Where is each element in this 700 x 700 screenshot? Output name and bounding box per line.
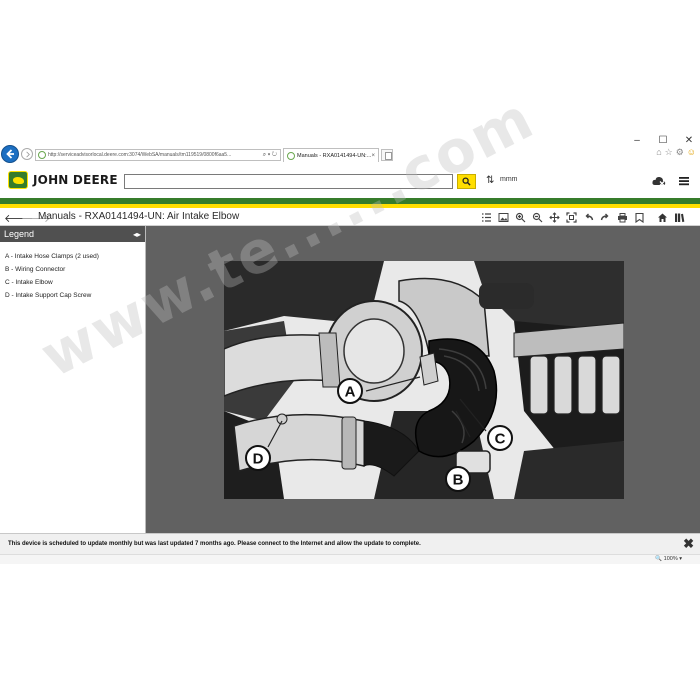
redo-button[interactable] [598, 210, 613, 224]
legend-item: B - Wiring Connector [5, 266, 66, 273]
callout-d: D [253, 451, 264, 468]
list-button[interactable] [479, 210, 494, 224]
print-icon [618, 212, 627, 222]
air-intake-elbow-drawing: A B C D [224, 261, 624, 499]
browser-tab[interactable]: Manuals - RXA0141494-UN:... × [283, 148, 379, 162]
gear-icon[interactable]: ⚙ [676, 147, 684, 158]
hamburger-menu-icon[interactable] [677, 174, 691, 188]
list-icon [482, 212, 491, 222]
app-header: JOHN DEERE ⇅ mmm [0, 164, 700, 198]
tab-title: Manuals - RXA0141494-UN:... [297, 152, 372, 159]
search-icon [462, 177, 471, 186]
tab-favicon-icon [287, 151, 295, 160]
legend-item: A - Intake Hose Clamps (2 used) [5, 253, 99, 260]
close-window-button[interactable]: ✕ [684, 136, 694, 146]
browser-toolbar-icons: ⌂ ☆ ⚙ ☺ [656, 147, 696, 158]
legend-header: Legend ◂▸ [0, 226, 145, 242]
home-icon [658, 213, 667, 222]
logo-text: JOHN DEERE [33, 173, 118, 187]
image-icon [498, 212, 509, 222]
home-icon[interactable]: ⌂ [656, 147, 661, 158]
legend-item: C - Intake Elbow [5, 279, 53, 286]
arrow-left-icon [6, 149, 14, 159]
maximize-button[interactable]: ☐ [658, 136, 668, 146]
address-url: http://serviceadvisorlocal.deere.com:307… [48, 152, 232, 158]
browser-back-button[interactable] [1, 145, 19, 163]
image-button[interactable] [496, 210, 511, 224]
fit-button[interactable] [564, 210, 579, 224]
callout-a: A [345, 384, 356, 401]
bookmark-icon [635, 212, 644, 223]
undo-button[interactable] [581, 210, 596, 224]
browser-status-bar: 🔍 100% ▾ [0, 554, 700, 564]
app-window: – ☐ ✕ http://serviceadvisorlocal.deere.c… [0, 0, 700, 700]
notification-close-button[interactable]: ✖ [683, 537, 694, 550]
search-button[interactable] [457, 174, 476, 189]
callout-c: C [495, 431, 506, 448]
deer-logo-icon [8, 171, 28, 189]
legend-collapse-button[interactable]: ◂▸ [133, 230, 141, 239]
cloud-offline-icon[interactable] [651, 174, 667, 188]
viewer-toolbar [479, 210, 687, 224]
pan-button[interactable] [547, 210, 562, 224]
address-bar[interactable]: http://serviceadvisorlocal.deere.com:307… [35, 149, 281, 161]
page-icon [38, 151, 46, 159]
zoom-in-button[interactable] [513, 210, 528, 224]
search-input[interactable] [124, 174, 453, 189]
browser-chrome: – ☐ ✕ http://serviceadvisorlocal.deere.c… [0, 134, 700, 164]
document-titlebar: 🡐 🡒 Manuals - RXA0141494-UN: Air Intake … [0, 208, 700, 226]
pan-icon [549, 211, 560, 223]
legend-item: D - Intake Support Cap Screw [5, 292, 92, 299]
browser-forward-button[interactable] [21, 148, 33, 160]
legend-list: A - Intake Hose Clamps (2 used) B - Wiri… [0, 242, 145, 302]
tab-close-button[interactable]: × [371, 153, 375, 159]
home-button[interactable] [655, 210, 670, 224]
library-icon [675, 213, 685, 222]
minimize-button[interactable]: – [632, 136, 642, 146]
bookmark-button[interactable] [632, 210, 647, 224]
zoom-out-icon [532, 212, 543, 222]
smiley-icon[interactable]: ☺ [687, 147, 696, 158]
library-button[interactable] [672, 210, 687, 224]
new-tab-button[interactable] [381, 149, 393, 161]
zoom-level[interactable]: 🔍 100% ▾ [655, 556, 682, 562]
address-controls[interactable]: ⌕ ▾ ↻ [260, 152, 280, 159]
zoom-in-icon [515, 212, 526, 222]
arrow-right-icon [25, 151, 30, 157]
callout-b: B [453, 472, 464, 489]
redo-icon [600, 213, 609, 220]
legend-title: Legend [4, 229, 35, 239]
window-controls: – ☐ ✕ [632, 136, 694, 146]
units-toggle-icon[interactable]: ⇅ [486, 175, 494, 186]
engine-illustration[interactable]: A B C D [224, 261, 624, 499]
units-label[interactable]: mmm [500, 176, 518, 183]
page-title: Manuals - RXA0141494-UN: Air Intake Elbo… [38, 211, 240, 222]
john-deere-logo[interactable]: JOHN DEERE [8, 171, 118, 189]
zoom-out-button[interactable] [530, 210, 545, 224]
star-icon[interactable]: ☆ [665, 147, 673, 158]
fit-icon [566, 211, 577, 223]
image-viewer[interactable]: A B C D [146, 226, 700, 533]
legend-panel: Legend ◂▸ A - Intake Hose Clamps (2 used… [0, 226, 146, 533]
update-notification: This device is scheduled to update month… [0, 533, 700, 554]
undo-icon [585, 213, 594, 220]
print-button[interactable] [615, 210, 630, 224]
notification-text: This device is scheduled to update month… [8, 541, 421, 547]
